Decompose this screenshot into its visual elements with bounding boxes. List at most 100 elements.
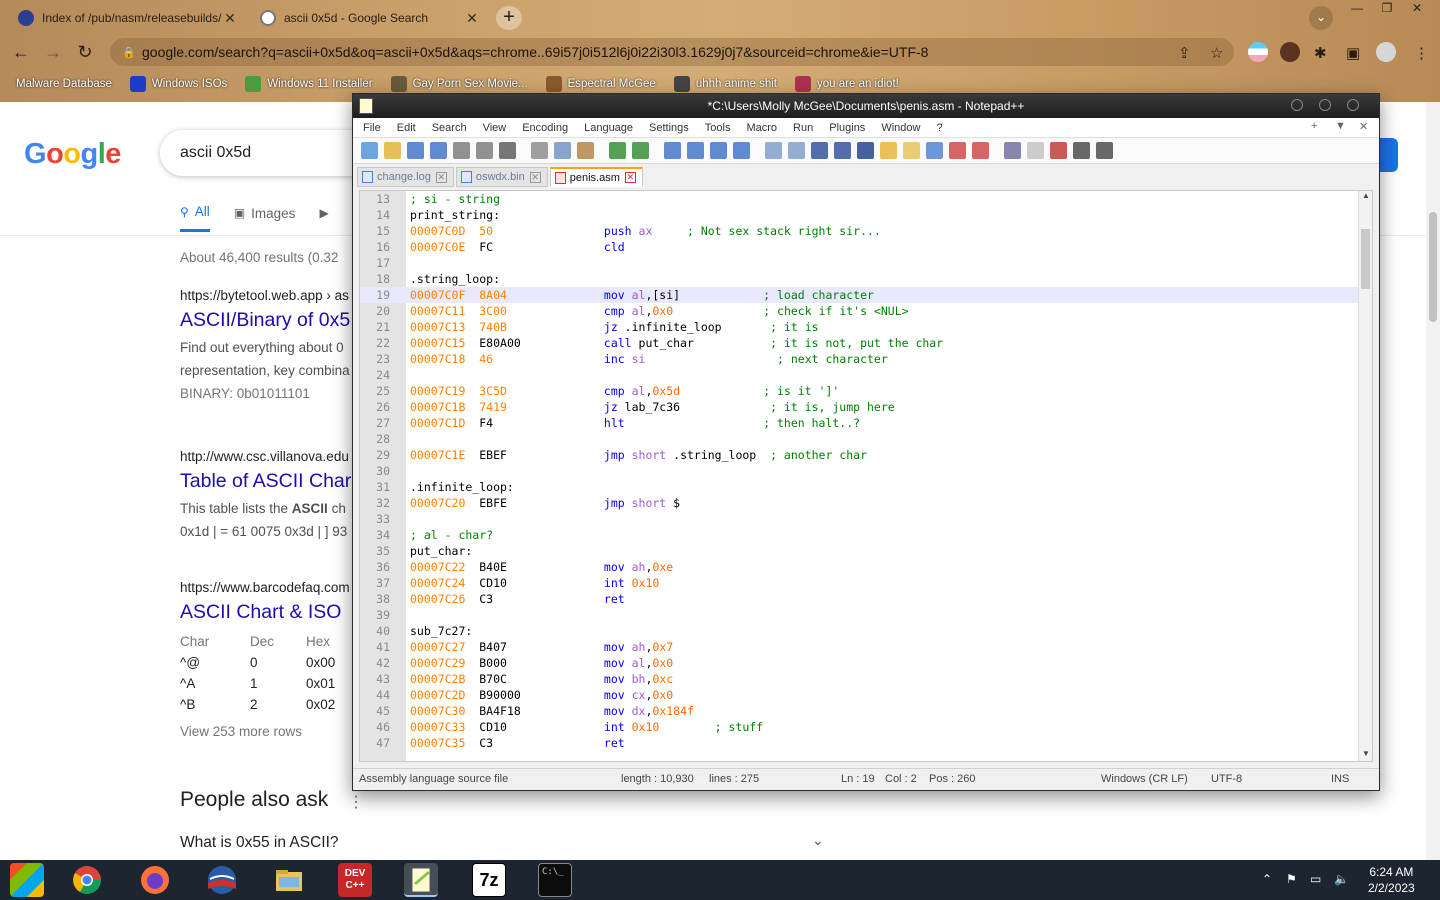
result-url[interactable]: https://bytetool.web.app › as [180, 288, 356, 303]
forward-arrow-icon[interactable]: → [40, 39, 66, 65]
code-line[interactable]: 40 sub_7c27: [360, 623, 1360, 639]
print-icon[interactable] [499, 142, 516, 159]
zoom-in-icon[interactable] [710, 142, 727, 159]
code-line[interactable]: 15 00007C0D 50 push ax ; Not sex stack ri… [360, 223, 1360, 239]
view-more-rows-link[interactable]: View 253 more rows [180, 724, 302, 739]
result-title[interactable]: ASCII Chart & ISO [180, 601, 356, 624]
more-options-icon[interactable]: ⋮ [348, 792, 364, 812]
code-line[interactable]: 42 00007C29 B000 mov al,0x0 [360, 655, 1360, 671]
result-title[interactable]: Table of ASCII Char [180, 470, 356, 493]
code-line[interactable]: 20 00007C11 3C00 cmp al,0x0 ; check if it… [360, 303, 1360, 319]
code-line[interactable]: 39 [360, 607, 1360, 623]
code-line[interactable]: 37 00007C24 CD10 int 0x10 [360, 575, 1360, 591]
code-line[interactable]: 30 [360, 463, 1360, 479]
save-macro-icon[interactable] [1096, 142, 1113, 159]
menu-item-window[interactable]: Window [881, 122, 920, 134]
7zip-taskbar-icon[interactable]: 7z [472, 863, 506, 897]
google-logo[interactable]: Google [24, 138, 121, 171]
scrollbar-thumb[interactable] [1361, 229, 1370, 289]
all-chars-icon[interactable] [834, 142, 851, 159]
udl-icon[interactable] [880, 142, 897, 159]
code-line[interactable]: 24 [360, 367, 1360, 383]
maximize-button[interactable] [1319, 99, 1331, 111]
close-icon[interactable] [453, 142, 470, 159]
redo-icon[interactable] [632, 142, 649, 159]
run-macro-icon[interactable] [1073, 142, 1090, 159]
reload-icon[interactable]: ↻ [72, 39, 98, 65]
menu-item-view[interactable]: View [483, 122, 507, 134]
bookmark-windows-isos[interactable]: Windows ISOs [129, 76, 227, 92]
result-title[interactable]: ASCII/Binary of 0x5 [180, 309, 356, 332]
wrap-icon[interactable] [811, 142, 828, 159]
chevron-down-icon[interactable]: ⌄ [812, 832, 824, 849]
network-icon[interactable]: ▭ [1310, 872, 1321, 886]
scroll-down-icon[interactable]: ▼ [1359, 749, 1372, 761]
paa-question[interactable]: What is 0x55 in ASCII? [180, 834, 339, 852]
scrollbar-thumb[interactable] [1429, 212, 1437, 322]
close-doc-icon[interactable]: ✕ [1359, 120, 1368, 133]
page-scrollbar[interactable] [1426, 102, 1440, 860]
open-file-icon[interactable] [384, 142, 401, 159]
code-line[interactable]: 46 00007C33 CD10 int 0x10 ; stuff [360, 719, 1360, 735]
side-panel-icon[interactable]: ▣ [1346, 44, 1360, 62]
menu-item-macro[interactable]: Macro [746, 122, 777, 134]
code-line[interactable]: 31 .infinite_loop: [360, 479, 1360, 495]
code-line[interactable]: 36 00007C22 B40E mov ah,0xe [360, 559, 1360, 575]
doc-map-icon[interactable] [903, 142, 920, 159]
tab-all[interactable]: ⚲ All [180, 204, 210, 232]
code-editor[interactable]: 13 ; si - string 14 print_string: 15 00007C0D… [359, 190, 1373, 762]
file-tab-penis-asm[interactable]: penis.asm ✕ [549, 167, 643, 187]
code-line[interactable]: 19 00007C0F 8A04 mov al,[si] ; load chara… [360, 287, 1360, 303]
sync-v-icon[interactable] [765, 142, 782, 159]
share-icon[interactable]: ⇪ [1178, 44, 1191, 62]
code-line[interactable]: 26 00007C1B 7419 jz lab_7c36 ; it is, jum… [360, 399, 1360, 415]
menu-item-run[interactable]: Run [793, 122, 813, 134]
code-line[interactable]: 35 put_char: [360, 543, 1360, 559]
dev-cpp-taskbar-icon[interactable]: DEV C++ [338, 863, 372, 897]
new-tab-button[interactable]: + [496, 6, 522, 30]
copy-icon[interactable] [554, 142, 571, 159]
code-line[interactable]: 28 [360, 431, 1360, 447]
minimize-button[interactable]: — [1342, 0, 1372, 18]
close-icon[interactable]: ✕ [529, 171, 541, 183]
close-button[interactable] [1347, 99, 1359, 111]
menu-item-help[interactable]: ? [936, 122, 942, 134]
tab-list-icon[interactable]: ▼ [1335, 120, 1346, 132]
code-line[interactable]: 23 00007C18 46 inc si ; next character [360, 351, 1360, 367]
extensions-puzzle-icon[interactable]: ✱ [1314, 44, 1327, 62]
back-arrow-icon[interactable]: ← [8, 39, 34, 65]
code-line[interactable]: 43 00007C2B B70C mov bh,0xc [360, 671, 1360, 687]
browser-tab-nasm[interactable]: Index of /pub/nasm/releasebuilds/ ✕ [8, 2, 248, 34]
system-clock[interactable]: 6:24 AM 2/2/2023 [1368, 864, 1415, 896]
tab-videos[interactable]: ▶ [319, 204, 334, 232]
code-line[interactable]: 45 00007C30 BA4F18 mov dx,0x184f [360, 703, 1360, 719]
flag-icon[interactable]: ⚑ [1286, 872, 1297, 886]
bookmark-anime[interactable]: uhhh anime shit [673, 76, 777, 92]
url-text[interactable]: google.com/search?q=ascii+0x5d&oq=ascii+… [142, 44, 928, 60]
code-line[interactable]: 17 [360, 255, 1360, 271]
zoom-out-icon[interactable] [733, 142, 750, 159]
bookmark-malware-database[interactable]: Malware Database [16, 76, 112, 92]
code-line[interactable]: 16 00007C0E FC cld [360, 239, 1360, 255]
code-line[interactable]: 18 .string_loop: [360, 271, 1360, 287]
bookmark-star-icon[interactable]: ☆ [1210, 44, 1223, 62]
extension-avatar-icon[interactable] [1280, 42, 1300, 62]
menu-item-file[interactable]: File [363, 122, 381, 134]
result-url[interactable]: http://www.csc.villanova.edu [180, 449, 356, 464]
indent-guide-icon[interactable] [857, 142, 874, 159]
close-tab-icon[interactable]: ✕ [222, 10, 238, 27]
record-macro-icon[interactable] [1004, 142, 1021, 159]
stop-macro-icon[interactable] [1027, 142, 1044, 159]
undo-icon[interactable] [609, 142, 626, 159]
menu-item-encoding[interactable]: Encoding [522, 122, 568, 134]
notepad-plus-plus-taskbar-icon[interactable] [404, 863, 438, 897]
code-line[interactable]: 33 [360, 511, 1360, 527]
monitor-icon[interactable] [972, 142, 989, 159]
file-tab-oswdx-bin[interactable]: oswdx.bin ✕ [455, 167, 548, 187]
code-line[interactable]: 32 00007C20 EBFE jmp short $ [360, 495, 1360, 511]
code-line[interactable]: 47 00007C35 C3 ret [360, 735, 1360, 751]
close-icon[interactable]: ✕ [435, 171, 447, 183]
profile-avatar-icon[interactable] [1376, 42, 1396, 62]
code-line[interactable]: 41 00007C27 B407 mov ah,0x7 [360, 639, 1360, 655]
menu-item-language[interactable]: Language [584, 122, 633, 134]
